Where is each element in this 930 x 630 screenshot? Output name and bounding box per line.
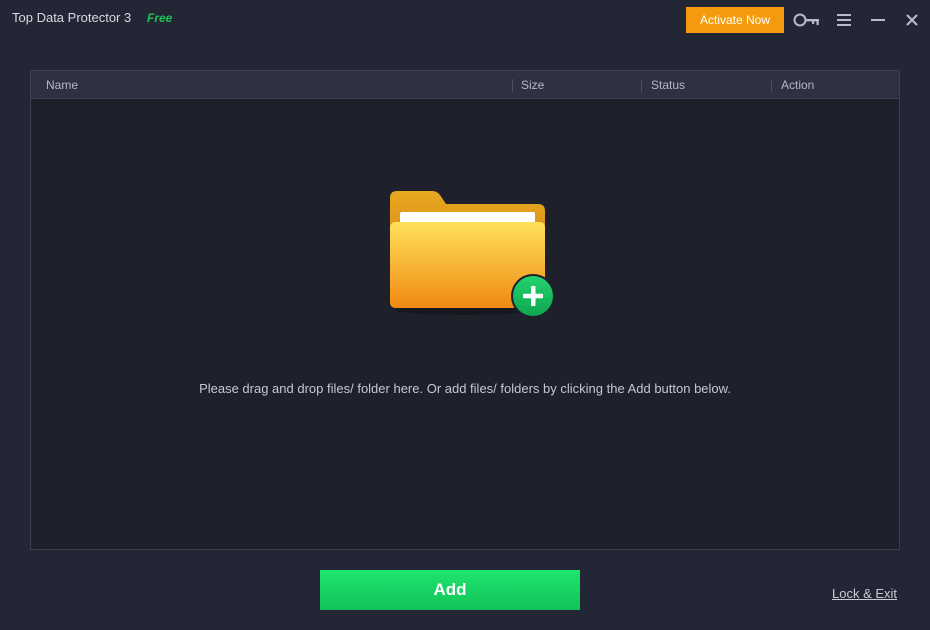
add-button[interactable]: Add: [320, 570, 580, 610]
empty-state-hint: Please drag and drop files/ folder here.…: [199, 381, 731, 396]
table-header: Name Size Status Action: [31, 71, 899, 99]
lock-exit-link[interactable]: Lock & Exit: [832, 586, 897, 601]
title-bar: Top Data Protector 3 Free Activate Now: [0, 0, 930, 40]
activate-now-button[interactable]: Activate Now: [686, 7, 784, 33]
file-table[interactable]: Name Size Status Action Please drag and …: [30, 70, 900, 550]
key-icon[interactable]: [792, 9, 822, 31]
column-divider: [771, 79, 772, 92]
minimize-icon[interactable]: [864, 9, 892, 31]
close-icon[interactable]: [898, 9, 926, 31]
column-header-name[interactable]: Name: [46, 71, 78, 99]
column-divider: [641, 79, 642, 92]
column-divider: [512, 79, 513, 92]
column-header-status[interactable]: Status: [651, 71, 685, 99]
column-header-size[interactable]: Size: [521, 71, 544, 99]
folder-add-icon[interactable]: [386, 186, 561, 321]
app-title: Top Data Protector 3: [12, 10, 132, 25]
free-badge: Free: [147, 11, 173, 25]
column-header-action[interactable]: Action: [781, 71, 814, 99]
menu-icon[interactable]: [830, 9, 858, 31]
